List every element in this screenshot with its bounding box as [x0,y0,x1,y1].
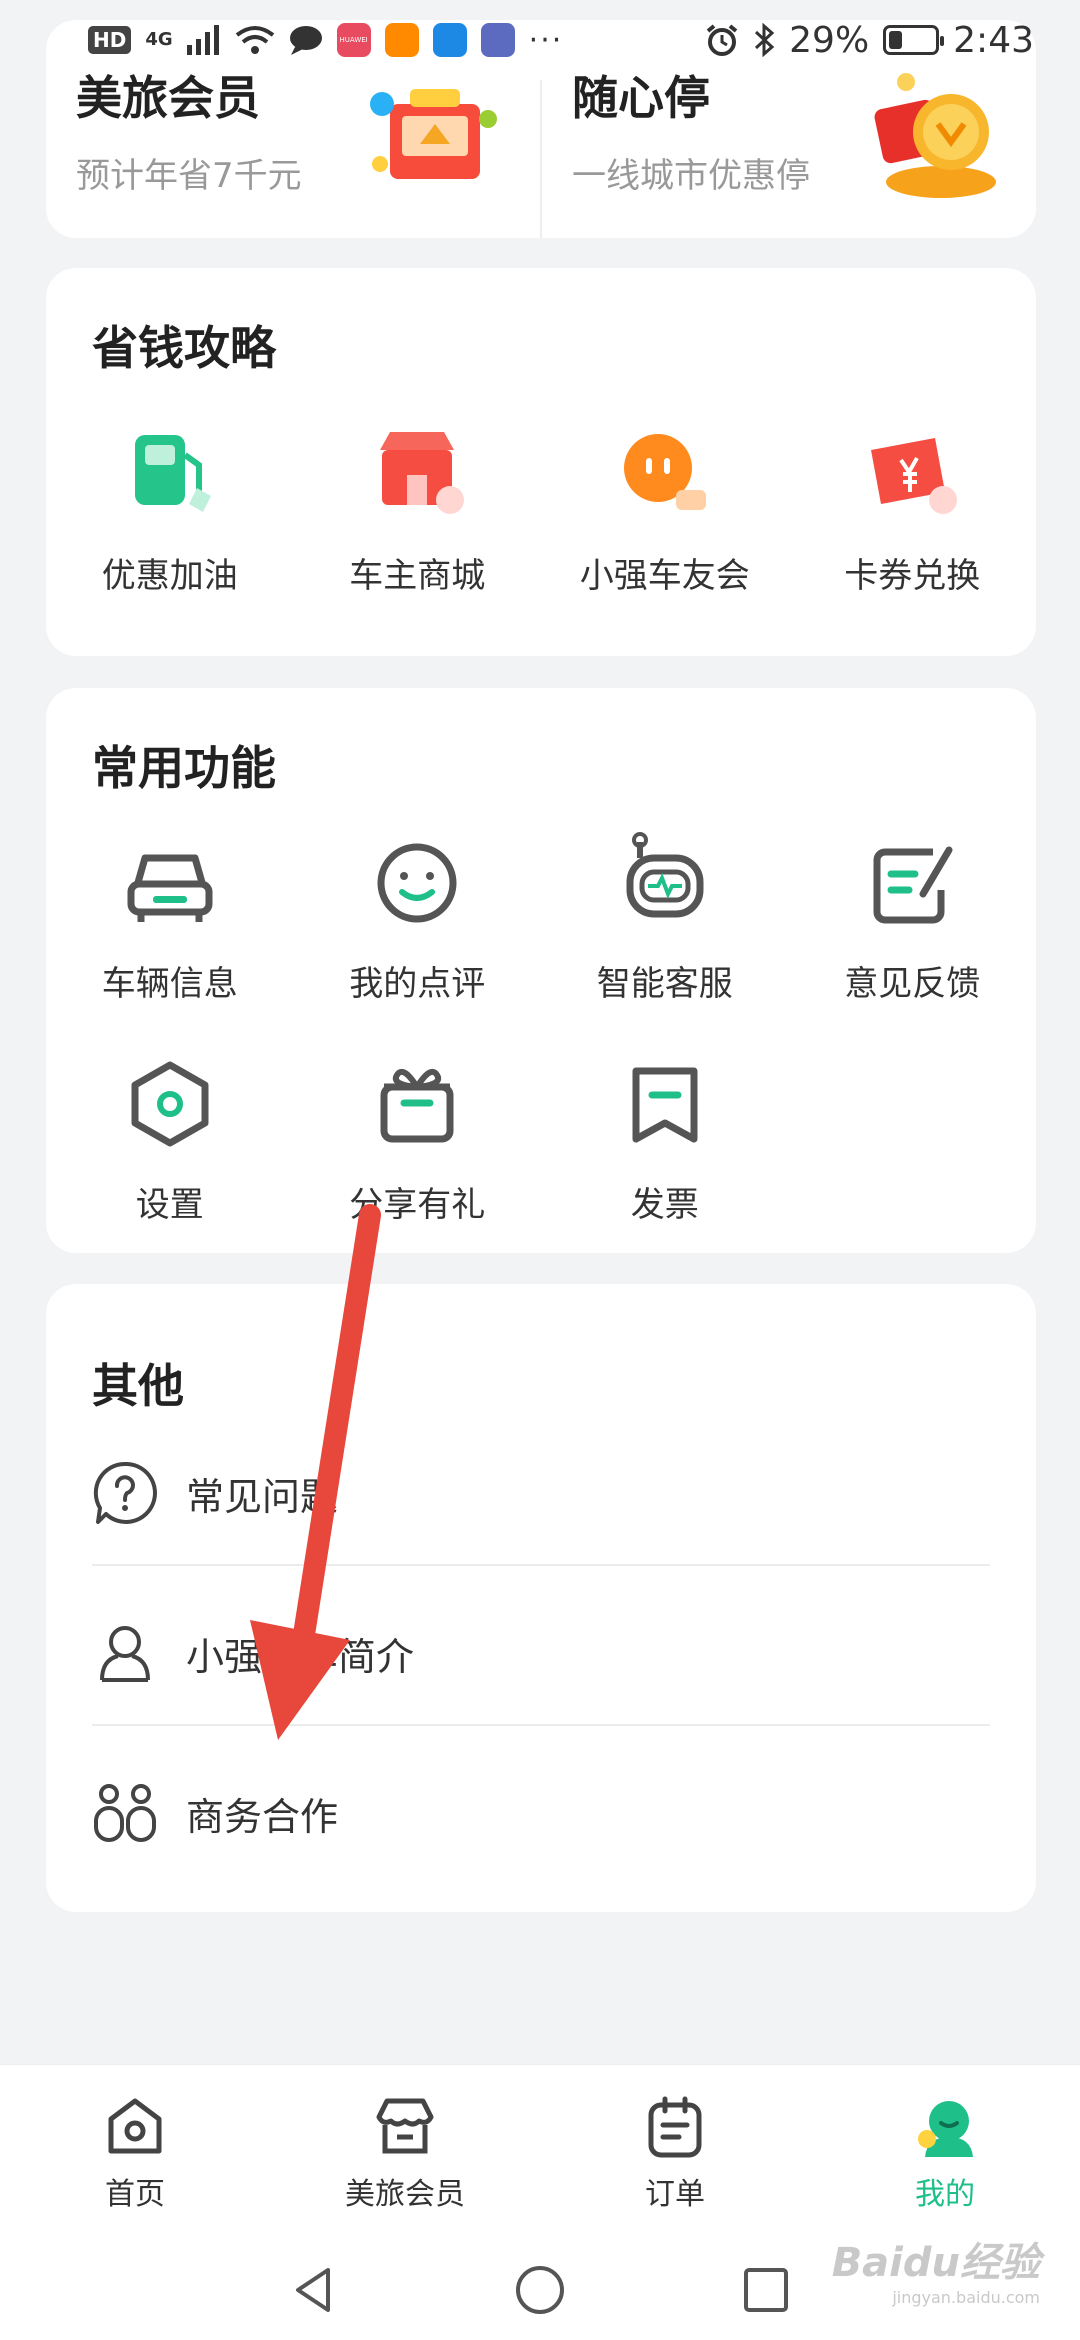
list-item-label: 常见问题 [186,1474,339,1519]
store-icon [376,2098,434,2154]
grid-item-share-gift[interactable]: 分享有礼 [294,1049,542,1226]
watermark: Baidu经验 jingyan.baidu.com [832,2230,1040,2307]
network-type: 4G [145,29,173,50]
smile-icon [377,843,457,923]
grid-item-label: 我的点评 [349,964,486,1004]
hd-indicator: HD [88,26,132,54]
coupon-icon [871,438,958,514]
message-icon [289,26,322,55]
nav-label: 我的 [915,2177,975,2212]
grid-item-label: 发票 [630,1185,699,1225]
other-card: 其他 常见问题 小强停车简介 商务合作 [46,1284,1036,1912]
watermark-url: jingyan.baidu.com [892,2288,1040,2307]
shop-icon [380,432,465,514]
grid-item-label: 卡券兑换 [844,556,981,596]
nav-item-home[interactable]: 首页 [0,2065,270,2240]
nav-item-membership[interactable]: 美旅会员 [270,2065,540,2240]
partners-icon [94,1784,156,1842]
settings-hex-icon [131,1061,209,1147]
grid-item-label: 小强车友会 [579,556,750,596]
battery-percent: 29% [789,19,870,61]
edit-icon [873,846,953,924]
grid-item-label: 意见反馈 [844,964,981,1004]
grid-item-label: 分享有礼 [349,1185,486,1225]
grid-item-club[interactable]: 小强车友会 [541,420,789,597]
more-notifications: ··· [528,22,564,58]
list-item-label: 商务合作 [186,1794,339,1839]
fuel-pump-icon [134,435,211,512]
alarm-icon [706,24,738,56]
grid-item-label: 设置 [135,1185,204,1225]
list-item-label: 小强停车简介 [186,1634,415,1679]
profile-icon [918,2101,973,2157]
invoice-icon [632,1067,698,1143]
car-icon [127,854,213,922]
nav-label: 美旅会员 [345,2177,465,2212]
bulb-app-icon [432,23,467,57]
bluetooth-icon [755,23,775,57]
battery-icon [883,25,945,55]
grid-item-label: 车辆信息 [101,964,238,1004]
common-functions-card: 常用功能 车辆信息 我的点评 智能客服 意见反馈 设置 分享有礼 发票 [46,688,1036,1253]
gift-icon [380,1068,454,1143]
grid-item-my-reviews[interactable]: 我的点评 [294,828,542,1005]
nav-label: 订单 [645,2177,705,2212]
promo-parking[interactable]: 随心停 一线城市优惠停 [540,71,1036,238]
status-right: 29% 2:43 [705,20,1034,61]
battery-level [889,31,903,49]
grid-item-label: 优惠加油 [101,556,238,596]
grid-item-shop[interactable]: 车主商城 [294,420,542,597]
divider [92,1564,990,1566]
money-saving-card: 省钱攻略 优惠加油 车主商城 小强车友会 卡券兑换 [46,268,1036,656]
status-left: HD 4G HUAWEI ··· [88,23,563,58]
home-circle-icon[interactable] [512,2262,568,2318]
watermark-brand: Baidu经验 [831,2240,1040,2286]
home-icon [108,2098,162,2154]
grid-item-invoice[interactable]: 发票 [541,1049,789,1226]
bottom-nav: 首页 美旅会员 订单 我的 [0,2064,1080,2240]
section-title: 其他 [92,1359,184,1413]
grid-item-smart-service[interactable]: 智能客服 [541,828,789,1005]
video-app-icon [384,23,419,57]
section-title: 省钱攻略 [92,321,276,375]
recent-apps-icon[interactable] [738,2262,794,2318]
back-icon[interactable] [286,2262,342,2318]
chat-bubble-icon [623,434,706,510]
question-icon [93,1461,157,1524]
gift-box-icon [370,89,497,179]
signal-icon [186,25,219,55]
grid-item-fuel[interactable]: 优惠加油 [46,420,294,597]
grid-item-vehicle-info[interactable]: 车辆信息 [46,828,294,1005]
common-functions-grid: 车辆信息 我的点评 智能客服 意见反馈 设置 分享有礼 发票 [46,828,1036,1226]
person-icon [100,1626,150,1682]
grid-item-label: 智能客服 [596,964,733,1004]
grid-item-label: 车主商城 [349,556,486,596]
clock: 2:43 [953,19,1034,61]
money-saving-grid: 优惠加油 车主商城 小强车友会 卡券兑换 [46,420,1036,597]
robot-icon [626,832,704,918]
nav-item-orders[interactable]: 订单 [540,2065,810,2240]
calendar-icon [648,2096,702,2158]
huawei-app-icon: HUAWEI [336,23,371,57]
wifi-icon [235,26,274,54]
grid-item-coupon[interactable]: 卡券兑换 [789,420,1037,597]
divider [92,1724,990,1726]
list-item-business[interactable]: 商务合作 [92,1734,990,1892]
grid-item-settings[interactable]: 设置 [46,1049,294,1226]
status-bar: HD 4G HUAWEI ··· 29% 2:43 [0,0,1080,80]
list-item-intro[interactable]: 小强停车简介 [92,1574,990,1732]
coin-envelope-icon [874,73,996,198]
nav-item-mine[interactable]: 我的 [810,2065,1080,2240]
music-app-icon [480,23,515,57]
list-item-faq[interactable]: 常见问题 [92,1414,990,1572]
nav-label: 首页 [105,2177,165,2212]
section-title: 常用功能 [92,741,276,795]
grid-item-feedback[interactable]: 意见反馈 [789,828,1037,1005]
